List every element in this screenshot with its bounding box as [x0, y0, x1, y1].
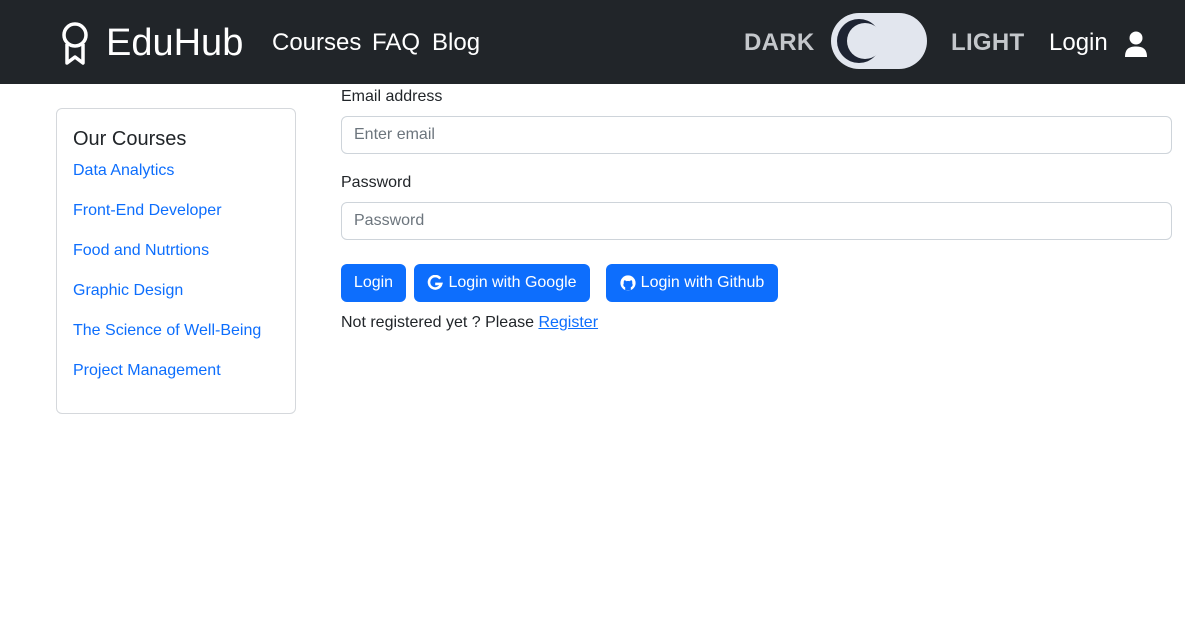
top-navbar: EduHub Courses FAQ Blog DARK LIGHT Login: [0, 0, 1185, 84]
light-mode-label: LIGHT: [951, 29, 1025, 56]
google-icon: [428, 275, 444, 290]
theme-toggle[interactable]: [831, 13, 927, 69]
courses-sidebar: Our Courses Data Analytics Front-End Dev…: [56, 108, 296, 414]
nav-link-faq[interactable]: FAQ: [372, 27, 420, 59]
course-link-front-end[interactable]: Front-End Developer: [73, 201, 222, 221]
login-button[interactable]: Login: [341, 264, 406, 302]
password-label: Password: [341, 174, 412, 191]
login-button-label: Login: [353, 274, 394, 291]
moon-icon: [837, 19, 883, 63]
nav-link-blog[interactable]: Blog: [432, 27, 480, 59]
course-link-project-management[interactable]: Project Management: [73, 361, 221, 381]
password-input[interactable]: [341, 202, 1172, 240]
award-icon: [62, 22, 88, 65]
person-icon[interactable]: [1125, 31, 1147, 57]
email-label: Email address: [341, 88, 443, 105]
github-login-button[interactable]: Login with Github: [606, 264, 778, 302]
course-link-data-analytics[interactable]: Data Analytics: [73, 161, 174, 181]
github-icon: [620, 275, 636, 291]
github-button-label: Login with Github: [640, 274, 765, 291]
register-prompt-text: Not registered yet ? Please: [341, 314, 534, 331]
google-login-button[interactable]: Login with Google: [414, 264, 590, 302]
register-link[interactable]: Register: [538, 314, 598, 331]
brand-name: EduHub: [106, 22, 244, 64]
nav-link-courses[interactable]: Courses: [272, 27, 361, 59]
course-link-well-being[interactable]: The Science of Well-Being: [73, 321, 261, 341]
brand-logo[interactable]: EduHub: [58, 20, 243, 66]
dark-mode-label: DARK: [744, 29, 815, 56]
course-link-graphic-design[interactable]: Graphic Design: [73, 281, 183, 301]
sidebar-title: Our Courses: [73, 128, 187, 150]
email-input[interactable]: [341, 116, 1172, 154]
course-link-food-nutrition[interactable]: Food and Nutrtions: [73, 241, 209, 261]
register-prompt: Not registered yet ? Please Register: [341, 313, 598, 333]
nav-login-link[interactable]: Login: [1049, 27, 1108, 59]
google-button-label: Login with Google: [448, 274, 577, 291]
